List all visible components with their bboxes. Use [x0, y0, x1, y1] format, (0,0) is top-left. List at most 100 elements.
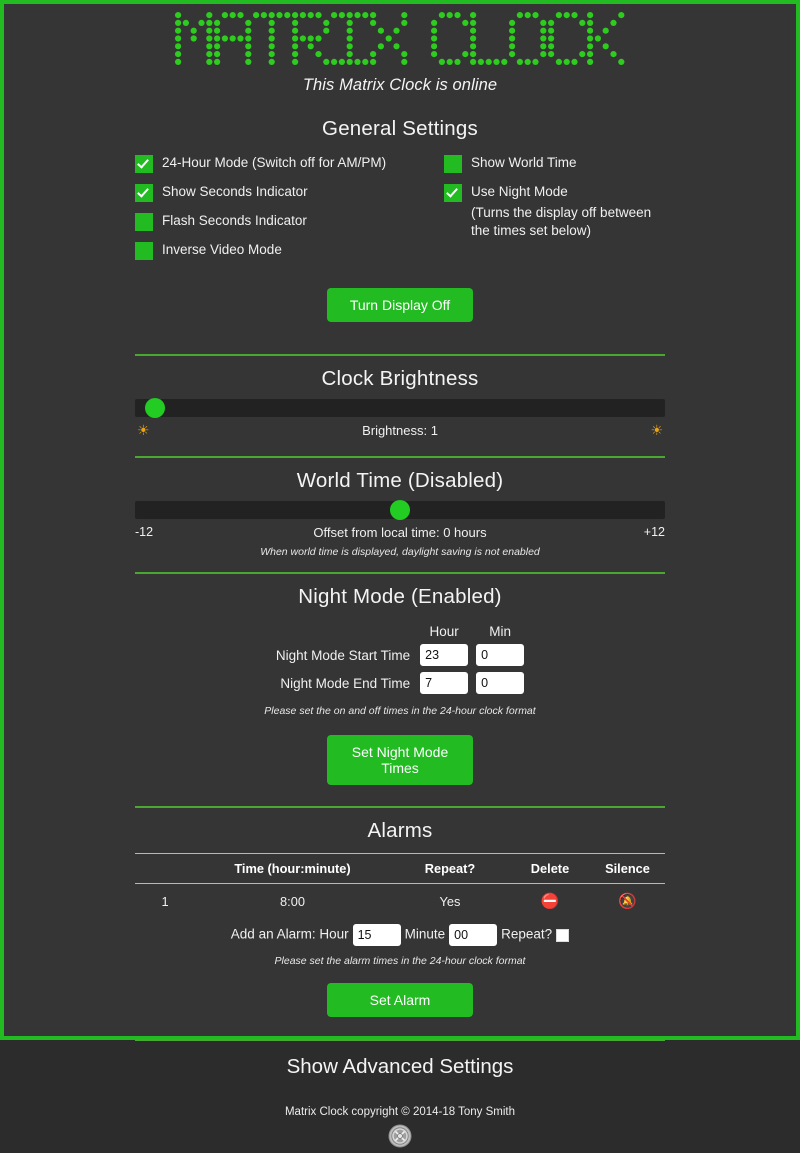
night-mode-end-hour-input[interactable] — [420, 672, 469, 694]
option-label: Show World Time — [471, 155, 577, 170]
add-alarm-hour-input[interactable] — [352, 924, 401, 946]
add-alarm-prefix-label: Add an Alarm: Hour — [230, 926, 349, 942]
option-show-world-time[interactable]: Show World Time — [444, 154, 665, 173]
footer-section: Show Advanced Settings Matrix Clock copy… — [135, 1055, 665, 1153]
alarms-heading: Alarms — [367, 819, 433, 842]
title-letter-x — [369, 12, 407, 65]
sun-bright-icon: ☀ — [650, 422, 663, 438]
page-title — [4, 12, 796, 68]
option-inverse-video-mode[interactable]: Inverse Video Mode — [135, 241, 400, 260]
brightness-slider-thumb[interactable] — [144, 398, 165, 418]
night-mode-heading: Night Mode (Enabled) — [298, 585, 502, 608]
add-alarm-minute-label: Minute — [404, 926, 446, 942]
clock-brightness-heading: Clock Brightness — [321, 367, 479, 390]
alarms-section: Alarms Time (hour:minute) Repeat? Delete… — [135, 819, 665, 1017]
divider-night-mode — [135, 572, 665, 574]
title-letter-c — [547, 12, 585, 65]
add-alarm-repeat-checkbox[interactable] — [556, 928, 570, 942]
general-settings-options: 24-Hour Mode (Switch off for AM/PM) Show… — [135, 154, 665, 270]
world-time-value-label: Offset from local time: 0 hours — [313, 525, 487, 540]
set-night-mode-times-button[interactable]: Set Night Mode Times — [327, 735, 473, 785]
option-24-hour-mode[interactable]: 24-Hour Mode (Switch off for AM/PM) — [135, 154, 400, 173]
option-show-seconds-indicator[interactable]: Show Seconds Indicator — [135, 183, 400, 202]
night-mode-column-headers: Hour Min — [272, 621, 528, 641]
circular-emblem-logo — [388, 1124, 412, 1148]
night-mode-section: Night Mode (Enabled) Hour Min Night Mode… — [135, 585, 665, 785]
turn-display-off-button[interactable]: Turn Display Off — [327, 288, 473, 322]
alarms-col-silence: Silence — [590, 853, 665, 884]
night-mode-min-header: Min — [489, 624, 512, 639]
divider-world-time — [135, 456, 665, 458]
divider-advanced — [135, 1039, 665, 1041]
checkbox-24-hour-mode[interactable] — [135, 155, 153, 173]
world-time-max-label: +12 — [643, 525, 665, 539]
night-mode-hour-header: Hour — [429, 624, 459, 639]
checkbox-use-night-mode[interactable] — [444, 184, 462, 202]
title-letter-l — [469, 12, 507, 65]
alarms-col-time: Time (hour:minute) — [195, 853, 390, 884]
option-label: Use Night Mode — [471, 184, 568, 199]
option-label: Flash Seconds Indicator — [162, 213, 307, 228]
brightness-legend: ☀ Brightness: 1 ☀ — [135, 422, 665, 441]
world-time-min-label: -12 — [135, 525, 154, 539]
clock-brightness-section: Clock Brightness ☀ Brightness: 1 ☀ — [135, 367, 665, 441]
options-column-right: Show World Time Use Night Mode (Turns th… — [400, 154, 665, 270]
brightness-slider[interactable] — [135, 398, 665, 418]
options-column-left: 24-Hour Mode (Switch off for AM/PM) Show… — [135, 154, 400, 270]
world-time-section: World Time (Disabled) -12 Offset from lo… — [135, 469, 665, 558]
night-mode-start-hour-input[interactable] — [420, 644, 469, 666]
option-flash-seconds-indicator[interactable]: Flash Seconds Indicator — [135, 212, 400, 231]
title-letter-r — [291, 12, 329, 65]
add-alarm-minute-input[interactable] — [449, 924, 498, 946]
no-entry-icon[interactable]: ⛔ — [510, 884, 590, 919]
general-settings-heading: General Settings — [322, 117, 478, 140]
option-use-night-mode[interactable]: Use Night Mode — [444, 183, 665, 202]
bell-muted-icon[interactable]: 🔕 — [590, 884, 665, 919]
world-time-slider[interactable] — [135, 500, 665, 520]
alarms-col-delete: Delete — [510, 853, 590, 884]
alarm-time: 8:00 — [280, 893, 305, 909]
title-letter-i — [330, 12, 368, 65]
night-mode-hint-line-1: (Turns the display off between — [471, 205, 652, 220]
alarms-col-repeat: Repeat? — [390, 853, 510, 884]
set-alarm-button[interactable]: Set Alarm — [327, 983, 473, 1017]
checkbox-flash-seconds-indicator[interactable] — [135, 213, 153, 231]
sun-dim-icon: ☀ — [137, 422, 150, 438]
title-letter-c — [430, 12, 468, 65]
night-mode-note: Please set the on and off times in the 2… — [264, 705, 536, 717]
night-mode-end-label: Night Mode End Time — [280, 675, 411, 691]
status-tagline: This Matrix Clock is online — [302, 76, 498, 94]
night-mode-start-row: Night Mode Start Time — [272, 641, 528, 669]
checkbox-show-seconds-indicator[interactable] — [135, 184, 153, 202]
alarms-note: Please set the alarm times in the 24-hou… — [274, 955, 526, 967]
alarm-index: 1 — [161, 893, 169, 909]
title-letter-o — [508, 12, 546, 65]
add-alarm-repeat-label: Repeat? — [501, 926, 553, 942]
night-mode-form: Hour Min Night Mode Start Time Night Mod… — [272, 621, 528, 697]
copyright-text: Matrix Clock copyright © 2014-18 Tony Sm… — [284, 1106, 516, 1118]
show-advanced-settings-link[interactable]: Show Advanced Settings — [135, 1055, 665, 1079]
alarms-header-row: Time (hour:minute) Repeat? Delete Silenc… — [135, 853, 665, 884]
world-time-slider-thumb[interactable] — [390, 500, 410, 520]
world-time-note: When world time is displayed, daylight s… — [260, 546, 540, 558]
night-mode-end-row: Night Mode End Time — [272, 669, 528, 697]
night-mode-end-min-input[interactable] — [476, 672, 525, 694]
divider-alarms — [135, 806, 665, 808]
night-mode-start-min-input[interactable] — [476, 644, 525, 666]
matrix-clock-page: This Matrix Clock is online General Sett… — [0, 0, 800, 1148]
checkbox-inverse-video-mode[interactable] — [135, 242, 153, 260]
night-mode-hint-line-2: the times set below) — [471, 223, 592, 238]
world-time-legend: -12 Offset from local time: 0 hours +12 — [135, 525, 665, 543]
page-header: This Matrix Clock is online — [4, 4, 796, 95]
logo-container — [135, 1124, 665, 1153]
title-letter-t — [252, 12, 290, 65]
option-label: 24-Hour Mode (Switch off for AM/PM) — [162, 155, 387, 170]
option-label: Inverse Video Mode — [162, 242, 282, 257]
alarm-repeat: Yes — [439, 893, 461, 909]
divider-brightness — [135, 354, 665, 356]
add-alarm-row: Add an Alarm: Hour Minute Repeat? — [135, 924, 665, 946]
checkbox-show-world-time[interactable] — [444, 155, 462, 173]
title-letter-k — [586, 12, 624, 65]
general-settings-section: General Settings 24-Hour Mode (Switch of… — [135, 117, 665, 322]
alarms-table: Time (hour:minute) Repeat? Delete Silenc… — [135, 853, 665, 918]
